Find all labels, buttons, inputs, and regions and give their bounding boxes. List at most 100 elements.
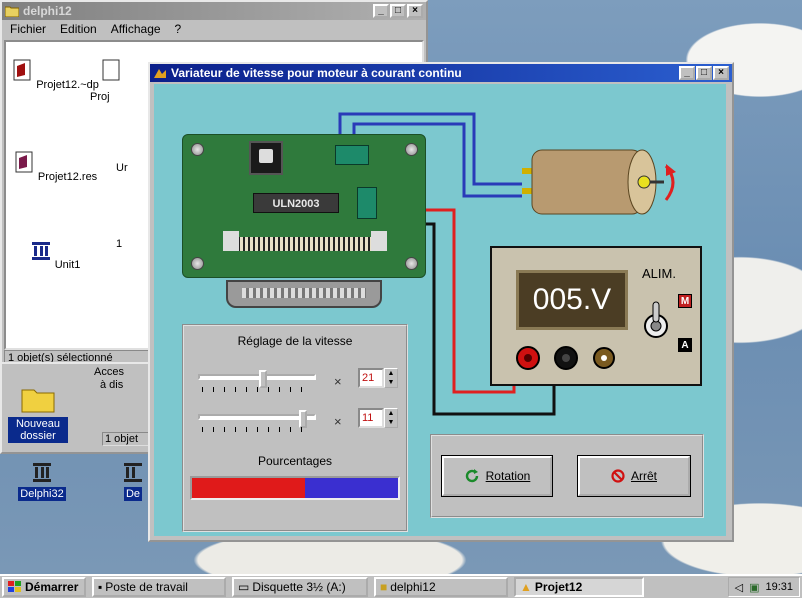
file-label: Unit1	[54, 259, 81, 271]
start-button[interactable]: Démarrer	[2, 577, 86, 597]
speaker-icon[interactable]: ◁	[735, 581, 743, 594]
speed-group-title: Réglage de la vitesse	[237, 334, 353, 348]
stop-button[interactable]: Arrêt	[577, 455, 691, 497]
desktop-icon-de[interactable]: De	[118, 460, 148, 501]
screw-icon	[191, 143, 204, 156]
alim-label: ALIM.	[642, 266, 676, 281]
switch-a-label: A	[678, 338, 692, 352]
regulator	[249, 141, 283, 175]
app-window: Variateur de vitesse pour moteur à coura…	[148, 62, 734, 542]
percent-bar-blue	[305, 478, 398, 498]
stop-label: Arrêt	[630, 469, 657, 483]
driver-chip: ULN2003	[253, 193, 339, 213]
control-buttons-group: Rotation Arrêt	[430, 434, 704, 518]
speed-slider-coarse[interactable]	[198, 370, 316, 392]
delphi-icon	[33, 463, 51, 482]
coarse-spinbox[interactable]: 21 ▲ ▼	[358, 368, 398, 388]
speed-slider-fine[interactable]	[198, 410, 316, 432]
percent-bar-red	[192, 478, 306, 498]
minimize-button[interactable]: _	[373, 4, 389, 18]
screw-icon	[371, 231, 387, 251]
minimize-button[interactable]: _	[679, 66, 695, 80]
desktop-icon-new-folder[interactable]: Nouveau dossier	[2, 384, 74, 443]
desktop-icon-label: Delphi32	[18, 487, 66, 501]
close-button[interactable]: ×	[407, 4, 423, 18]
delphi-file-icon	[13, 59, 31, 81]
dc-motor-icon	[522, 149, 676, 215]
file-label: Proj	[90, 91, 110, 103]
multiply-sign: ×	[334, 414, 342, 429]
maximize-button[interactable]: □	[390, 4, 406, 18]
percent-bar	[190, 476, 400, 500]
explorer-title: delphi12	[23, 4, 72, 18]
computer-icon: ▪	[98, 580, 103, 594]
coarse-value[interactable]: 21	[358, 368, 384, 388]
menu-edition[interactable]: Edition	[60, 22, 97, 36]
file-item[interactable]: 1	[116, 238, 146, 250]
file-item[interactable]: Projet12.res	[10, 150, 100, 183]
folder-line: à dis	[100, 379, 124, 391]
task-label: Projet12	[534, 580, 583, 594]
speed-groupbox: Réglage de la vitesse × 21 ▲ ▼ × 11 ▲ ▼ Po	[182, 324, 408, 532]
menu-fichier[interactable]: Fichier	[10, 22, 46, 36]
maximize-button[interactable]: □	[696, 66, 712, 80]
file-item[interactable]: Unit1	[10, 238, 100, 271]
screw-icon	[223, 231, 239, 251]
file-label: Projet12.res	[37, 171, 98, 183]
windows-logo-icon	[8, 581, 21, 592]
percent-title: Pourcentages	[257, 454, 333, 468]
folder-icon	[21, 389, 55, 413]
close-button[interactable]: ×	[713, 66, 729, 80]
folder-status: 1 objet	[102, 432, 150, 446]
output-jacks	[516, 346, 615, 370]
task-disquette[interactable]: ▭ Disquette 3½ (A:)	[232, 577, 368, 597]
file-item[interactable]: Ur	[116, 162, 146, 174]
explorer-titlebar[interactable]: delphi12 _ □ ×	[2, 2, 426, 20]
menu-help[interactable]: ?	[175, 22, 182, 36]
desktop-icon-label: De	[123, 487, 143, 501]
system-tray: ◁ ▣ 19:31	[727, 577, 800, 597]
rotation-button[interactable]: Rotation	[441, 455, 553, 497]
floppy-icon: ▭	[238, 580, 250, 594]
menu-affichage[interactable]: Affichage	[111, 22, 161, 36]
file-item[interactable]: Proj	[90, 58, 130, 103]
fine-spinbox[interactable]: 11 ▲ ▼	[358, 408, 398, 428]
screw-icon	[405, 257, 418, 270]
file-item[interactable]: Projet12.~dp	[10, 58, 100, 91]
spin-arrows-icon[interactable]: ▲ ▼	[384, 368, 398, 388]
clock: 19:31	[765, 581, 793, 593]
folder-line: Acces	[94, 366, 124, 378]
db25-connector	[226, 280, 382, 308]
screw-icon	[405, 143, 418, 156]
slider-thumb[interactable]	[259, 370, 267, 388]
stop-icon	[611, 469, 625, 483]
power-terminal-block	[357, 187, 377, 219]
power-supply-panel: 005.V ALIM. M A	[490, 246, 702, 386]
desktop-icon-delphi32[interactable]: Delphi32	[6, 460, 78, 501]
unit-file-icon	[31, 242, 50, 260]
rotation-label: Rotation	[485, 469, 531, 483]
file-icon	[102, 59, 120, 81]
monitor-icon[interactable]: ▣	[749, 581, 759, 594]
refresh-icon	[465, 469, 478, 483]
resistor-array	[235, 237, 375, 251]
slider-thumb[interactable]	[299, 410, 307, 428]
task-projet12[interactable]: ▲ Projet12	[514, 577, 644, 597]
taskbar: Démarrer ▪ Poste de travail ▭ Disquette …	[0, 574, 802, 598]
task-delphi12[interactable]: ■ delphi12	[374, 577, 508, 597]
fine-value[interactable]: 11	[358, 408, 384, 428]
spin-arrows-icon[interactable]: ▲ ▼	[384, 408, 398, 428]
voltage-display: 005.V	[516, 270, 628, 330]
file-label: 1	[116, 238, 123, 250]
task-poste-de-travail[interactable]: ▪ Poste de travail	[92, 577, 226, 597]
motor-terminal-block	[335, 145, 369, 165]
screw-icon	[191, 257, 204, 270]
app-icon	[154, 69, 166, 78]
delphi-icon	[124, 463, 142, 482]
toggle-switch-icon[interactable]	[642, 300, 670, 340]
task-label: Disquette 3½ (A:)	[252, 580, 346, 594]
switch-m-label: M	[678, 294, 692, 308]
desktop-icon-label: Nouveau dossier	[8, 417, 68, 443]
app-titlebar[interactable]: Variateur de vitesse pour moteur à coura…	[150, 64, 732, 82]
app-client-area: ULN2003 005.V ALIM. M A Réglage de la vi…	[154, 84, 726, 536]
